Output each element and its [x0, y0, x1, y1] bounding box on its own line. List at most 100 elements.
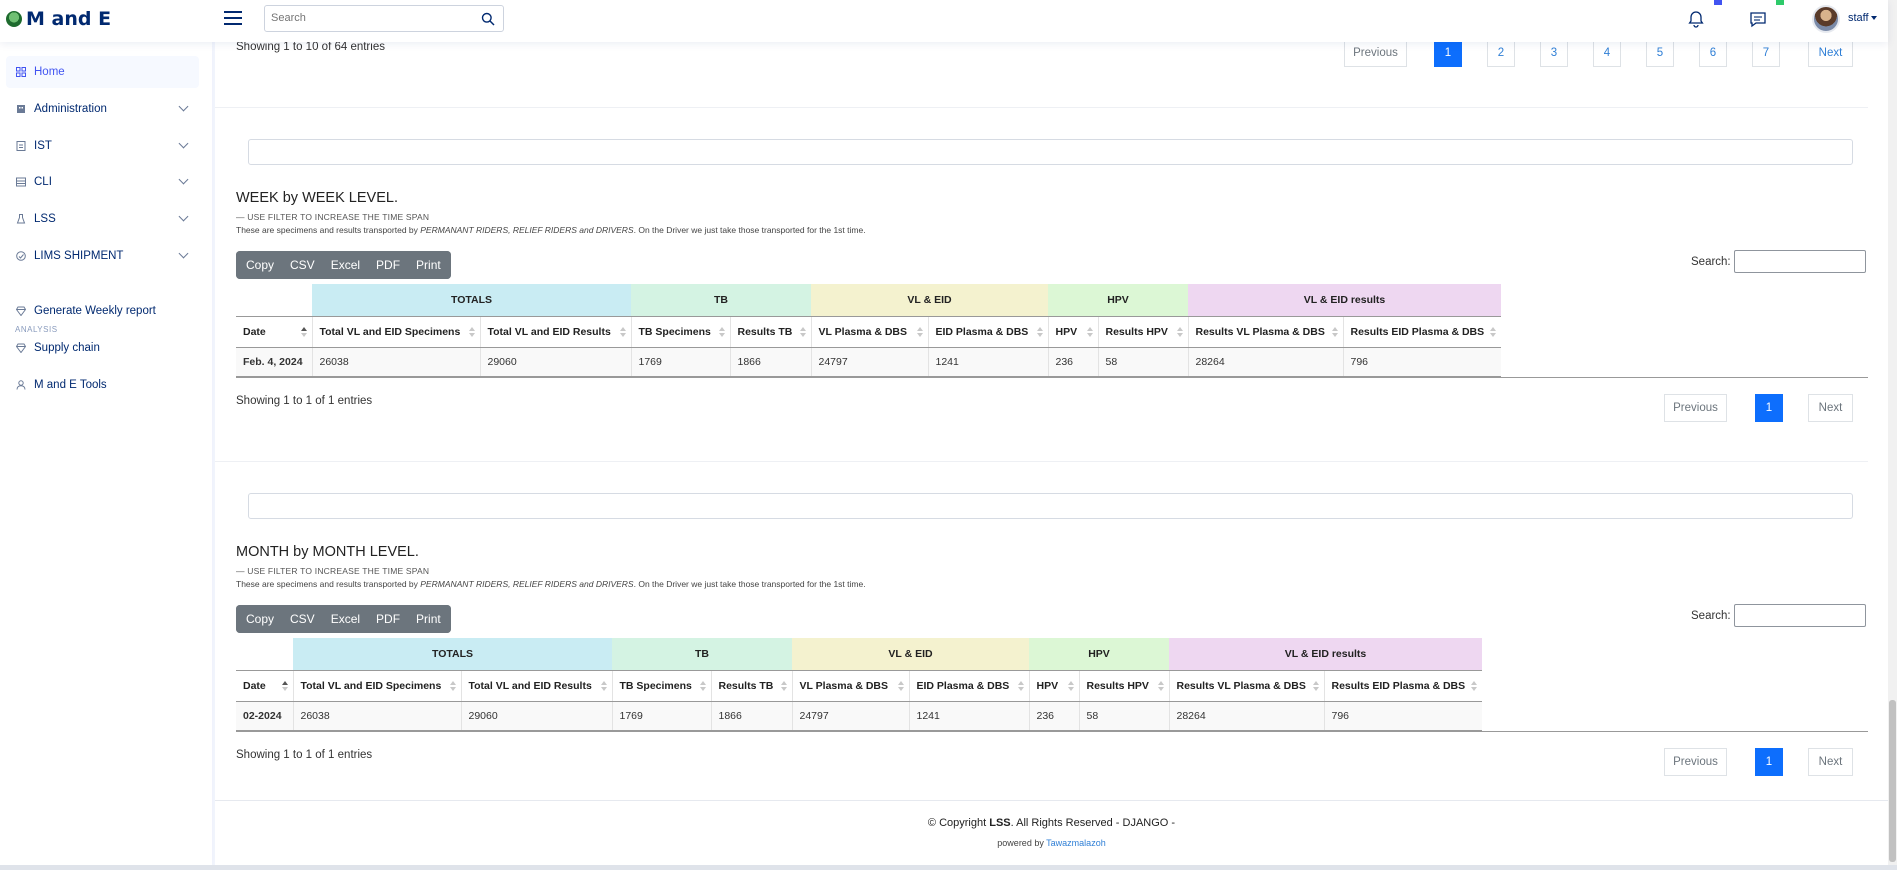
column-header-results-tb[interactable]: Results TB	[710, 669, 792, 702]
gem-icon	[16, 343, 26, 353]
menu-toggle-icon[interactable]	[224, 10, 242, 26]
export-buttons: Copy CSV Excel PDF Print	[236, 251, 451, 279]
column-header-results-eid-plasma-dbs[interactable]: Results EID Plasma & DBS	[1323, 669, 1482, 702]
building-icon	[17, 105, 25, 113]
pagination-page-5[interactable]: 5	[1646, 39, 1674, 67]
cell: 58	[1097, 347, 1188, 377]
cell: 29060	[479, 347, 631, 377]
cell-date: Feb. 4, 2024	[236, 347, 312, 377]
column-header-results-hpv[interactable]: Results HPV	[1097, 315, 1188, 348]
column-header-total-vl-eid-results[interactable]: Total VL and EID Results	[460, 669, 612, 702]
month-table: TOTALS TB VL & EID HPV VL & EID results …	[236, 638, 1482, 731]
pagination-page-3[interactable]: 3	[1540, 39, 1568, 67]
column-header-hpv[interactable]: HPV	[1028, 669, 1079, 702]
pagination-previous[interactable]: Previous	[1344, 39, 1407, 67]
chevron-down-icon	[178, 248, 189, 259]
sort-icon	[916, 326, 923, 338]
pagination-page-6[interactable]: 6	[1699, 39, 1727, 67]
pagination-page-7[interactable]: 7	[1752, 39, 1780, 67]
column-header-results-tb[interactable]: Results TB	[729, 315, 811, 348]
sidebar-item-m-and-e-tools[interactable]: M and E Tools	[6, 369, 199, 401]
sort-asc-icon	[281, 680, 288, 692]
column-header-tb-specimens[interactable]: TB Specimens	[630, 315, 730, 348]
divider	[215, 107, 1868, 108]
column-header-results-vl-plasma-dbs[interactable]: Results VL Plasma & DBS	[1168, 669, 1324, 702]
chevron-down-icon	[178, 101, 189, 112]
section-title: MONTH by MONTH LEVEL.	[236, 544, 419, 560]
table-search-input[interactable]	[1734, 250, 1866, 273]
filter-bar[interactable]	[248, 139, 1853, 165]
pagination-next[interactable]: Next	[1808, 394, 1853, 422]
page-scrollbar[interactable]	[1888, 0, 1897, 870]
pagination-page-1[interactable]: 1	[1755, 748, 1783, 776]
column-header-total-vl-eid-results[interactable]: Total VL and EID Results	[479, 315, 631, 348]
sidebar-item-label: Supply chain	[34, 342, 100, 354]
column-header-hpv[interactable]: HPV	[1047, 315, 1098, 348]
cell: 24797	[791, 701, 909, 731]
excel-button[interactable]: Excel	[322, 251, 369, 279]
notifications-button[interactable]	[1686, 0, 1722, 29]
print-button[interactable]: Print	[408, 251, 451, 279]
column-header-results-hpv[interactable]: Results HPV	[1078, 669, 1169, 702]
pagination-page-1[interactable]: 1	[1755, 394, 1783, 422]
copy-button[interactable]: Copy	[236, 251, 283, 279]
search-bar	[264, 5, 504, 32]
sidebar-item-cli[interactable]: CLI	[6, 166, 199, 198]
sidebar-item-supply-chain[interactable]: Supply chain	[6, 332, 199, 364]
search-icon[interactable]	[481, 12, 495, 26]
author-link[interactable]: Tawazmalazoh	[1046, 838, 1106, 848]
sidebar-item-ist[interactable]: IST	[6, 130, 199, 162]
print-button[interactable]: Print	[408, 605, 451, 633]
pagination-page-1[interactable]: 1	[1434, 39, 1462, 67]
column-header-total-vl-eid-specimens[interactable]: Total VL and EID Specimens	[311, 315, 480, 348]
column-header-tb-specimens[interactable]: TB Specimens	[611, 669, 711, 702]
messages-button[interactable]	[1748, 0, 1784, 29]
pagination-previous[interactable]: Previous	[1664, 748, 1727, 776]
cell: 58	[1078, 701, 1169, 731]
sidebar-item-generate-weekly-report[interactable]: Generate Weekly report	[6, 295, 199, 327]
pagination-next[interactable]: Next	[1808, 39, 1853, 67]
user-name: staff	[1848, 12, 1869, 24]
pagination-page-2[interactable]: 2	[1487, 39, 1515, 67]
table-search-input[interactable]	[1734, 604, 1866, 627]
column-header-eid-plasma-dbs[interactable]: EID Plasma & DBS	[927, 315, 1048, 348]
divider	[215, 461, 1868, 462]
csv-button[interactable]: CSV	[282, 251, 323, 279]
column-header-results-vl-plasma-dbs[interactable]: Results VL Plasma & DBS	[1187, 315, 1343, 348]
sidebar-item-label: IST	[34, 140, 52, 152]
pagination-next[interactable]: Next	[1808, 748, 1853, 776]
filter-bar[interactable]	[248, 493, 1853, 519]
group-header-tb: TB	[631, 284, 811, 316]
column-header-date[interactable]: Date	[236, 315, 312, 348]
sidebar-item-label: LSS	[34, 213, 56, 225]
cell: 236	[1028, 701, 1079, 731]
column-header-results-eid-plasma-dbs[interactable]: Results EID Plasma & DBS	[1342, 315, 1501, 348]
avatar[interactable]	[1812, 5, 1840, 33]
logo[interactable]: M and E	[6, 8, 111, 30]
cell: 1769	[630, 347, 730, 377]
copy-button[interactable]: Copy	[236, 605, 283, 633]
sidebar-item-home[interactable]: Home	[6, 56, 199, 88]
sidebar-item-administration[interactable]: Administration	[6, 93, 199, 125]
csv-button[interactable]: CSV	[282, 605, 323, 633]
excel-button[interactable]: Excel	[322, 605, 369, 633]
search-input[interactable]	[265, 6, 465, 30]
column-header-eid-plasma-dbs[interactable]: EID Plasma & DBS	[908, 669, 1029, 702]
user-menu[interactable]: staff	[1848, 12, 1877, 24]
column-header-total-vl-eid-specimens[interactable]: Total VL and EID Specimens	[292, 669, 461, 702]
section-subtitle: — USE FILTER TO INCREASE THE TIME SPAN	[236, 212, 430, 222]
column-header-vl-plasma-dbs[interactable]: VL Plasma & DBS	[810, 315, 928, 348]
pdf-button[interactable]: PDF	[368, 605, 409, 633]
table-info: Showing 1 to 1 of 1 entries	[236, 395, 373, 407]
table-search-label: Search:	[1691, 256, 1731, 268]
pagination-previous[interactable]: Previous	[1664, 394, 1727, 422]
column-header-vl-plasma-dbs[interactable]: VL Plasma & DBS	[791, 669, 909, 702]
sidebar: Home Administration IST CLI LSS LIMS SHI…	[0, 42, 212, 870]
sidebar-item-lims-shipment[interactable]: LIMS SHIPMENT	[6, 240, 199, 272]
pdf-button[interactable]: PDF	[368, 251, 409, 279]
pagination-page-4[interactable]: 4	[1593, 39, 1621, 67]
sort-icon	[1086, 326, 1093, 338]
sidebar-item-lss[interactable]: LSS	[6, 203, 199, 235]
column-header-date[interactable]: Date	[236, 669, 293, 702]
scrollbar-thumb[interactable]	[1889, 700, 1896, 862]
